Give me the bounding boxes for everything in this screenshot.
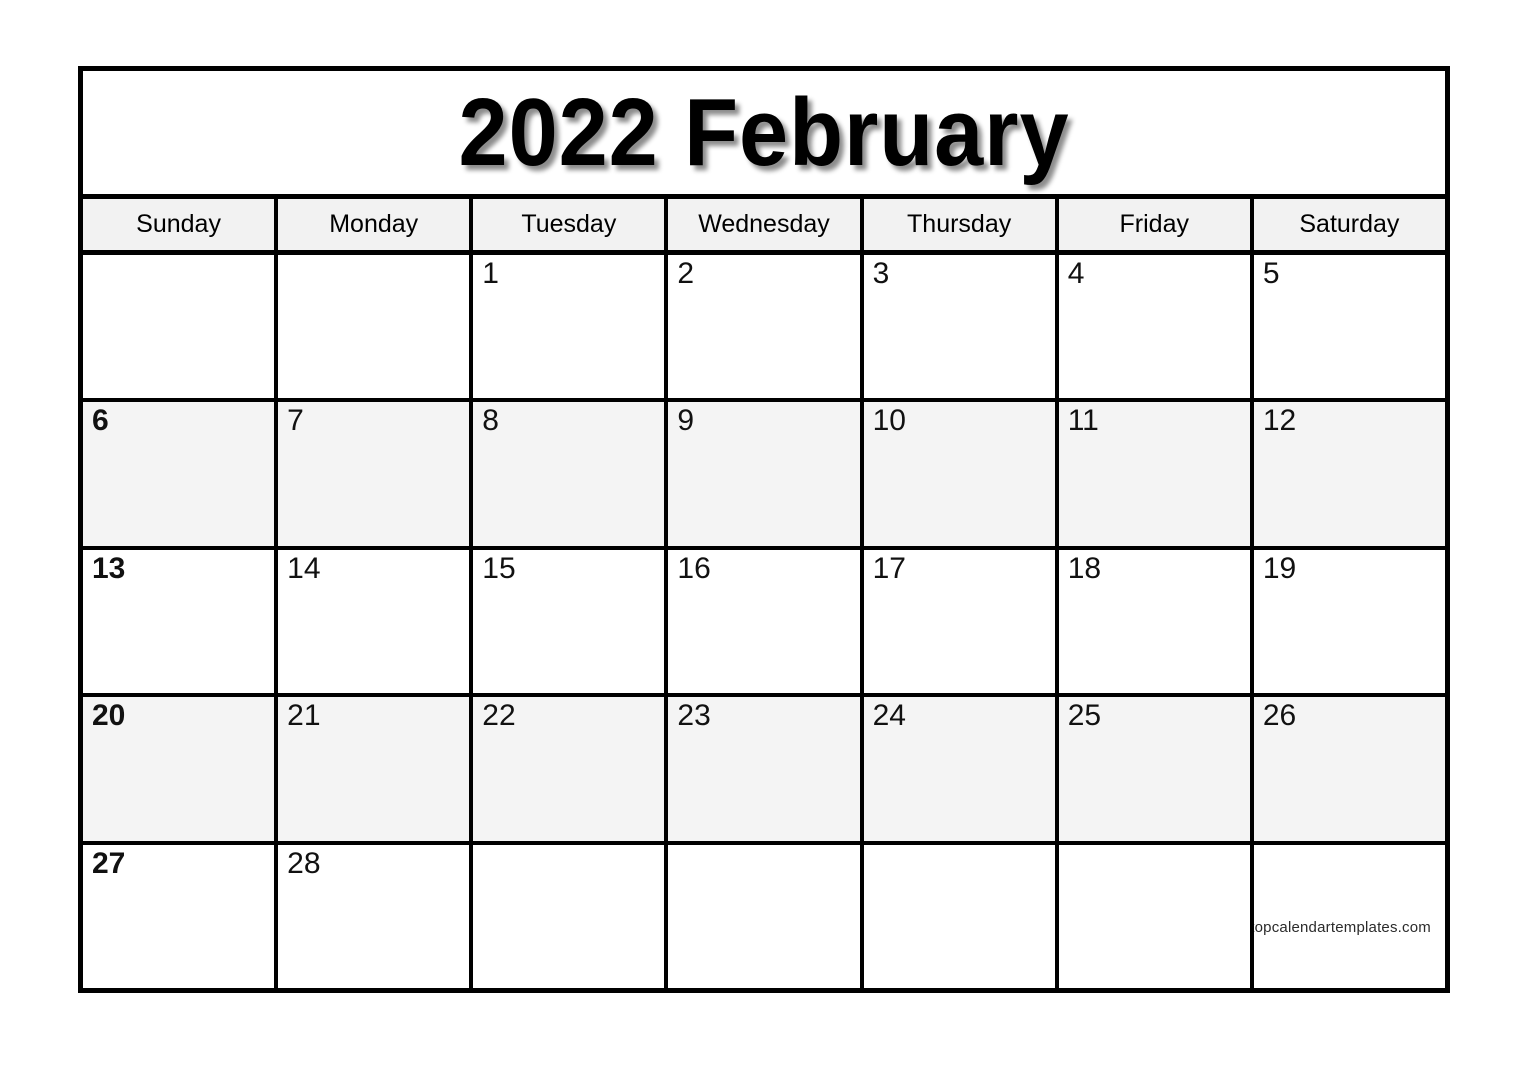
day-number: 20 — [92, 699, 126, 733]
day-cell[interactable]: 17 — [863, 549, 1059, 694]
day-number: 24 — [872, 699, 906, 733]
day-cell[interactable]: 21 — [278, 697, 474, 841]
day-cell[interactable]: 13 — [83, 549, 279, 694]
weekday-header-row: Sunday Monday Tuesday Wednesday Thursday… — [83, 199, 1445, 255]
day-number: 27 — [92, 846, 126, 880]
calendar-title-text: 2022 February — [458, 78, 1070, 186]
day-number: 8 — [482, 404, 499, 438]
day-cell[interactable] — [1058, 844, 1254, 989]
day-cell[interactable]: 24 — [863, 697, 1059, 841]
day-cell[interactable]: 7 — [278, 402, 474, 546]
day-number: 26 — [1262, 699, 1297, 733]
day-number: 1 — [482, 257, 499, 290]
day-number: 23 — [677, 699, 711, 733]
week-row: 13 14 15 16 17 18 19 — [83, 549, 1445, 698]
day-number: 21 — [287, 699, 321, 733]
day-number: 4 — [1067, 257, 1085, 290]
day-cell[interactable]: 8 — [473, 402, 669, 546]
weekday-header-thursday: Thursday — [863, 199, 1059, 250]
day-cell[interactable]: 26 — [1253, 697, 1445, 841]
day-cell[interactable]: 3 — [863, 255, 1059, 399]
calendar-title-band: 2022 February — [83, 71, 1445, 199]
weekday-header-sunday: Sunday — [83, 199, 279, 250]
weekday-header-saturday: Saturday — [1253, 199, 1445, 250]
day-cell[interactable]: topcalendartemplates.com — [1253, 844, 1445, 989]
day-cell[interactable]: 4 — [1058, 255, 1254, 399]
day-cell[interactable] — [473, 844, 669, 989]
day-cell[interactable] — [83, 255, 279, 399]
day-cell[interactable]: 16 — [668, 549, 864, 694]
day-number: 10 — [872, 404, 906, 438]
calendar: 2022 February Sunday Monday Tuesday Wedn… — [78, 66, 1450, 993]
day-number: 11 — [1067, 404, 1099, 438]
day-cell[interactable]: 14 — [278, 549, 474, 694]
day-cell[interactable]: 11 — [1058, 402, 1254, 546]
week-row: 20 21 22 23 24 25 26 — [83, 697, 1445, 845]
day-cell[interactable]: 15 — [473, 549, 669, 694]
day-number: 13 — [92, 551, 126, 585]
day-number: 14 — [287, 551, 321, 585]
day-number: 28 — [287, 846, 321, 880]
day-number: 19 — [1262, 551, 1297, 585]
day-number: 9 — [677, 404, 695, 438]
day-number: 25 — [1067, 699, 1102, 733]
watermark-link[interactable]: topcalendartemplates.com — [1254, 919, 1431, 936]
day-cell[interactable]: 1 — [473, 255, 669, 399]
day-cell[interactable]: 25 — [1058, 697, 1254, 841]
day-cell[interactable] — [863, 844, 1059, 989]
day-number: 16 — [677, 551, 711, 585]
day-cell[interactable]: 5 — [1253, 255, 1445, 399]
day-number: 22 — [482, 699, 516, 733]
day-cell[interactable] — [668, 844, 864, 989]
weekday-header-monday: Monday — [278, 199, 474, 250]
day-cell[interactable]: 19 — [1253, 549, 1445, 694]
day-number: 3 — [872, 257, 890, 290]
weekday-header-tuesday: Tuesday — [473, 199, 669, 250]
day-cell[interactable]: 10 — [863, 402, 1059, 546]
day-cell[interactable]: 9 — [668, 402, 864, 546]
day-number: 18 — [1067, 551, 1102, 585]
day-number: 7 — [287, 404, 304, 438]
week-row: 27 28 topcalendartemplates.com — [83, 844, 1445, 989]
day-cell[interactable]: 28 — [278, 844, 474, 989]
day-number: 12 — [1262, 404, 1297, 438]
weekday-header-wednesday: Wednesday — [668, 199, 864, 250]
week-row: 1 2 3 4 5 — [83, 255, 1445, 403]
day-number: 2 — [677, 257, 695, 290]
day-cell[interactable]: 18 — [1058, 549, 1254, 694]
day-cell[interactable]: 20 — [83, 697, 279, 841]
weekday-header-friday: Friday — [1058, 199, 1254, 250]
calendar-grid: Sunday Monday Tuesday Wednesday Thursday… — [83, 199, 1445, 989]
week-row: 6 7 8 9 10 11 12 — [83, 402, 1445, 550]
day-cell[interactable]: 22 — [473, 697, 669, 841]
day-number: 17 — [872, 551, 906, 585]
day-cell[interactable] — [278, 255, 474, 399]
day-cell[interactable]: 6 — [83, 402, 279, 546]
day-number: 5 — [1262, 257, 1280, 290]
page-title: 2022 February — [83, 78, 1445, 186]
day-cell[interactable]: 2 — [668, 255, 864, 399]
day-cell[interactable]: 12 — [1253, 402, 1445, 546]
day-number: 15 — [482, 551, 516, 585]
day-cell[interactable]: 27 — [83, 844, 279, 989]
day-cell[interactable]: 23 — [668, 697, 864, 841]
day-number: 6 — [92, 404, 109, 438]
